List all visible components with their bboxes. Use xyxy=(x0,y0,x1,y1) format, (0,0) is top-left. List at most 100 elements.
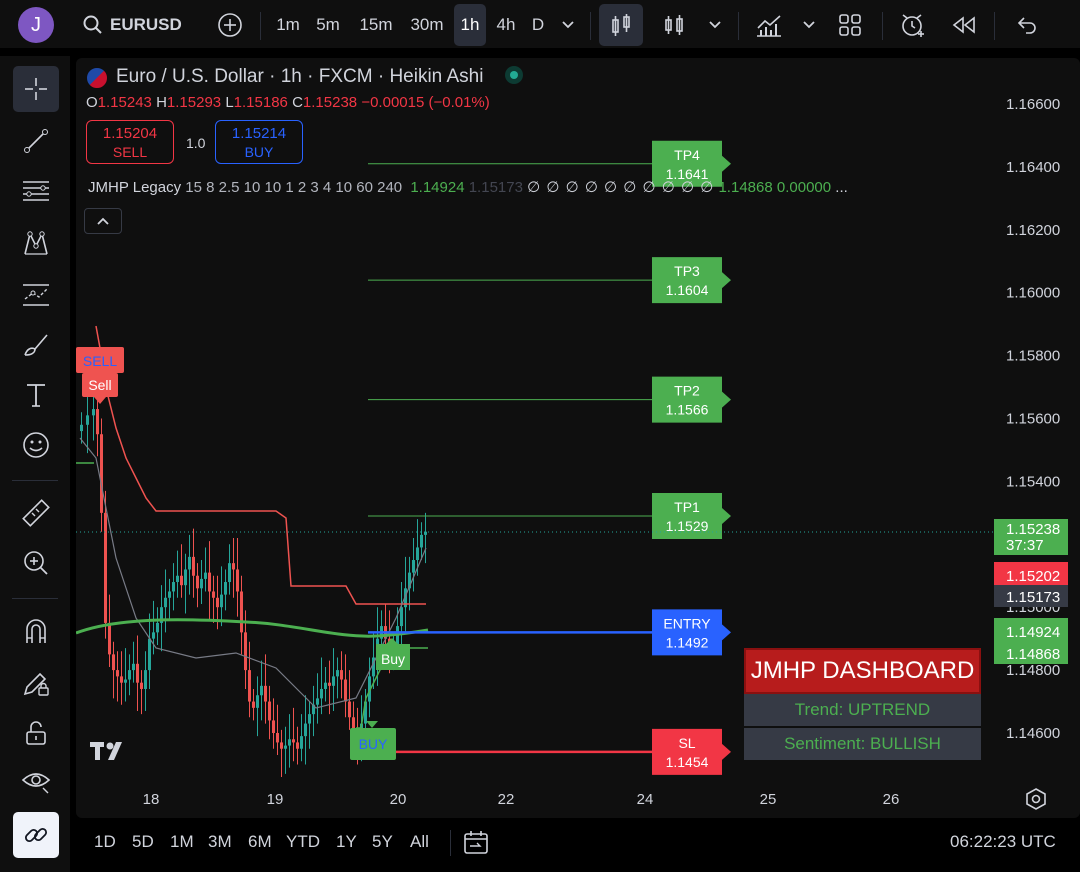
symbol-title[interactable]: Euro / U.S. Dollar · 1h · FXCM · Heikin … xyxy=(86,65,523,89)
unlock-icon xyxy=(26,721,46,745)
spread-value: 1.0 xyxy=(186,135,206,151)
indicator-more[interactable]: ... xyxy=(835,179,848,196)
candle-body xyxy=(400,607,403,627)
chart-type-candles-button[interactable] xyxy=(599,4,643,46)
forecast-tool[interactable] xyxy=(13,272,59,318)
sell-button[interactable]: 1.15204 SELL xyxy=(86,120,174,164)
range-5d[interactable]: 5D xyxy=(132,832,154,852)
price-axis-label: 1.16200 xyxy=(1006,222,1060,239)
trend-line-tool[interactable] xyxy=(13,118,59,164)
indicators-icon xyxy=(757,15,781,37)
interval-4h[interactable]: 4h xyxy=(490,0,522,50)
fib-retracement-icon xyxy=(23,181,49,201)
candle-body xyxy=(196,575,199,589)
range-1d[interactable]: 1D xyxy=(94,832,116,852)
pattern-tool[interactable] xyxy=(13,220,59,266)
indicator-legend[interactable]: JMHP Legacy 15 8 2.5 10 10 1 2 3 4 10 60… xyxy=(88,178,848,196)
user-avatar[interactable]: J xyxy=(18,7,54,43)
candle-body xyxy=(100,434,103,513)
text-tool[interactable] xyxy=(13,372,59,418)
alarm-clock-icon xyxy=(902,14,924,37)
link-tool[interactable] xyxy=(13,812,59,858)
range-5y[interactable]: 5Y xyxy=(372,832,393,852)
replay-button[interactable] xyxy=(946,0,982,50)
chevron-up-icon xyxy=(97,217,109,225)
drawing-toolbar xyxy=(0,56,70,872)
bars-icon xyxy=(665,15,683,35)
candle-body xyxy=(300,736,303,749)
compare-symbol-button[interactable] xyxy=(212,0,248,50)
candle-body xyxy=(204,572,207,579)
candle-body xyxy=(216,597,219,608)
hide-drawings-tool[interactable] xyxy=(13,758,59,804)
buy-price: 1.15214 xyxy=(231,125,287,142)
indicator-empty-values: ∅ ∅ ∅ ∅ ∅ ∅ ∅ ∅ ∅ ∅ xyxy=(527,179,715,196)
forecast-icon xyxy=(23,284,49,306)
interval-1m[interactable]: 1m xyxy=(270,0,306,50)
price-badge: 37:37 xyxy=(994,537,1068,555)
indicator-value-2: 1.15173 xyxy=(468,179,523,196)
time-axis-label: 25 xyxy=(760,791,777,808)
fib-tool[interactable] xyxy=(13,168,59,214)
candle-body xyxy=(148,638,151,671)
candle-body xyxy=(212,591,215,598)
level-value: 1.1604 xyxy=(666,282,709,298)
level-label-sl: SL 1.1454 xyxy=(652,728,731,775)
candle-body xyxy=(336,670,339,677)
go-to-date-button[interactable] xyxy=(462,830,490,861)
utc-clock[interactable]: 06:22:23 UTC xyxy=(950,832,1056,852)
buy-button[interactable]: 1.15214 BUY xyxy=(215,120,303,164)
range-3m[interactable]: 3M xyxy=(208,832,232,852)
candle-body xyxy=(252,701,255,708)
indicators-dropdown[interactable] xyxy=(798,0,820,50)
time-axis-label: 20 xyxy=(390,791,407,808)
crosshair-tool[interactable] xyxy=(13,66,59,112)
candle-body xyxy=(132,663,135,671)
range-ytd[interactable]: YTD xyxy=(286,832,320,852)
symbol-search[interactable]: EURUSD xyxy=(82,0,192,50)
candle-body xyxy=(420,534,423,548)
indicator-params: 15 8 2.5 10 10 1 2 3 4 10 60 240 xyxy=(185,179,403,196)
candle-body xyxy=(96,409,99,435)
interval-15m[interactable]: 15m xyxy=(354,0,398,50)
zoom-tool[interactable] xyxy=(13,540,59,586)
range-1m[interactable]: 1M xyxy=(170,832,194,852)
magnet-tool[interactable] xyxy=(13,608,59,654)
candle-body xyxy=(316,698,319,705)
interval-d[interactable]: D xyxy=(526,0,550,50)
trend-line-icon xyxy=(24,129,48,153)
tradingview-logo[interactable] xyxy=(90,740,134,767)
candle-body xyxy=(208,572,211,592)
emoji-tool[interactable] xyxy=(13,422,59,468)
buy-label: BUY xyxy=(244,144,274,160)
range-6m[interactable]: 6M xyxy=(248,832,272,852)
candle-body xyxy=(276,733,279,743)
pattern-icon xyxy=(24,231,48,255)
layout-button[interactable] xyxy=(832,0,868,50)
chart-type-dropdown[interactable] xyxy=(704,0,726,50)
candle-body xyxy=(412,560,415,573)
indicators-button[interactable] xyxy=(750,0,788,50)
range-1y[interactable]: 1Y xyxy=(336,832,357,852)
interval-30m[interactable]: 30m xyxy=(404,0,450,50)
lock-all-tool[interactable] xyxy=(13,710,59,756)
candle-body xyxy=(124,679,127,683)
undo-button[interactable] xyxy=(1008,0,1044,50)
brush-tool[interactable] xyxy=(13,322,59,368)
alert-button[interactable] xyxy=(894,0,932,50)
interval-5m[interactable]: 5m xyxy=(310,0,346,50)
measure-tool[interactable] xyxy=(13,490,59,536)
candle-body xyxy=(80,424,83,432)
chart-settings-button[interactable] xyxy=(1024,787,1048,816)
candles-icon xyxy=(612,14,630,36)
interval-1h[interactable]: 1h xyxy=(454,4,486,46)
range-all[interactable]: All xyxy=(410,832,429,852)
chart-type-bars-button[interactable] xyxy=(656,0,692,50)
candle-body xyxy=(236,569,239,592)
chart-pane[interactable]: 1.16600 1.16400 1.16200 1.16000 1.15800 1.156… xyxy=(76,58,1080,818)
lock-drawings-tool[interactable] xyxy=(13,660,59,706)
sell-label: SELL xyxy=(112,144,148,160)
interval-dropdown[interactable] xyxy=(556,0,580,50)
collapse-legend-button[interactable] xyxy=(84,208,122,234)
candle-body xyxy=(308,714,311,724)
